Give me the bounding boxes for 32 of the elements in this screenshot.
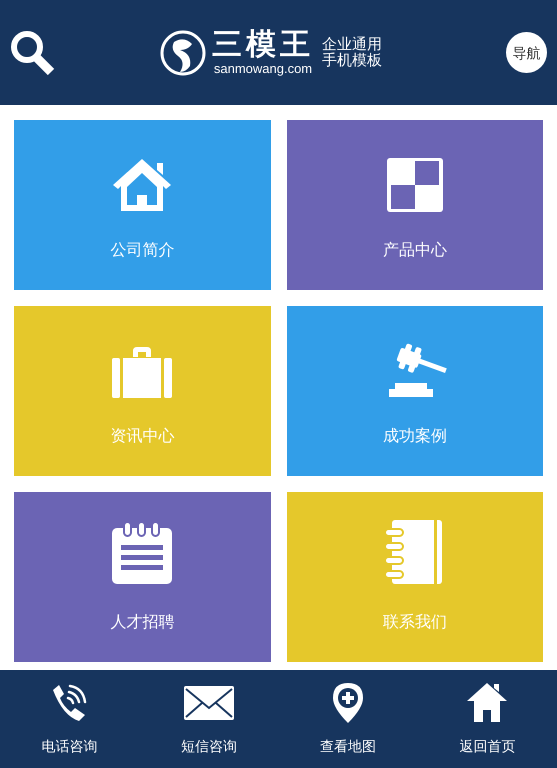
- tile-label: 联系我们: [382, 612, 447, 633]
- checkerboard-icon: [386, 157, 444, 213]
- dragon-logo-icon: [160, 30, 206, 76]
- tile-label: 成功案例: [382, 426, 447, 447]
- footer-tab[interactable]: 返回首页: [418, 670, 557, 768]
- nav-button[interactable]: 导航: [506, 32, 547, 73]
- logo-tagline: 手机模板: [322, 52, 382, 68]
- menu-tile[interactable]: 公司简介: [14, 120, 270, 290]
- footer-tab[interactable]: 查看地图: [278, 670, 418, 768]
- envelope-icon: [184, 686, 234, 720]
- notepad-icon: [111, 521, 174, 585]
- briefcase-icon: [111, 345, 174, 399]
- menu-tile[interactable]: 人才招聘: [14, 492, 270, 662]
- search-icon[interactable]: [10, 30, 56, 76]
- footer-tab[interactable]: 短信咨询: [139, 670, 278, 768]
- house-icon: [111, 157, 174, 213]
- home-icon: [466, 682, 508, 724]
- map-pin-icon: [332, 682, 364, 724]
- tile-label: 资讯中心: [110, 426, 174, 447]
- tile-label: 产品中心: [382, 240, 447, 261]
- logo-tagline: 企业通用: [322, 36, 382, 52]
- menu-tile[interactable]: 产品中心: [286, 120, 543, 290]
- logo-domain: sanmowang.com: [214, 61, 312, 76]
- footer-tab[interactable]: 电话咨询: [0, 670, 140, 768]
- footer-label: 短信咨询: [180, 736, 237, 756]
- footer-label: 查看地图: [320, 736, 376, 756]
- logo-name: 三模王: [212, 29, 314, 61]
- tile-label: 人才招聘: [110, 612, 174, 633]
- tile-label: 公司简介: [110, 241, 174, 261]
- menu-tile[interactable]: 成功案例: [286, 306, 543, 476]
- footer-label: 返回首页: [459, 736, 516, 756]
- footer-label: 电话咨询: [42, 736, 98, 756]
